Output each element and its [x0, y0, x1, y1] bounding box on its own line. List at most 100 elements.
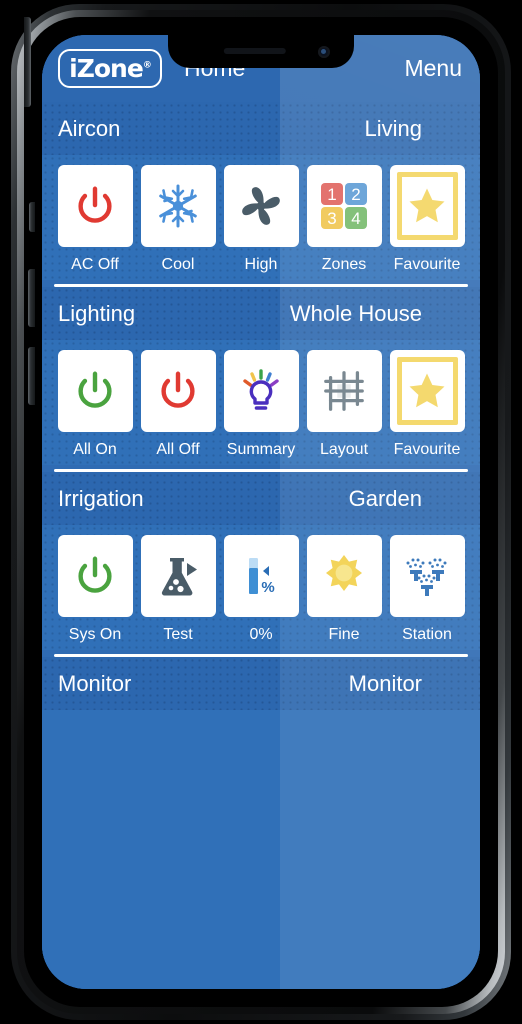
menu-button[interactable]: Menu	[404, 55, 462, 82]
phone-device-frame: iZone® Home Menu Aircon Living AC Off Co…	[11, 4, 511, 1020]
tile-fan-speed[interactable]: High	[222, 165, 300, 274]
tile-row-irrigation: Sys On Test % 0% Fine Station	[56, 535, 466, 644]
phone-screen: iZone® Home Menu Aircon Living AC Off Co…	[42, 35, 480, 989]
section-body-lighting: All On All Off Summary Layout Favourite	[42, 340, 480, 465]
tile-icon-box	[140, 165, 216, 247]
tile-zones[interactable]: 1 2 3 4 Zones	[305, 165, 383, 274]
tile-label: Cool	[161, 256, 195, 273]
power-icon	[78, 556, 112, 593]
lightbulb-icon	[243, 369, 279, 410]
tile-label: Station	[402, 626, 452, 643]
tile-row-aircon: AC Off Cool High 1 2 3 4 Zones Favourite	[56, 165, 466, 274]
volume-down-button[interactable]	[28, 347, 35, 405]
power-icon	[78, 186, 112, 223]
tile-icon-box	[223, 350, 299, 432]
power-icon	[161, 371, 195, 408]
phone-frame-inner: iZone® Home Menu Aircon Living AC Off Co…	[24, 17, 498, 1007]
power-icon	[78, 371, 112, 408]
section-header-aircon[interactable]: Aircon Living	[42, 102, 480, 155]
tile-icon-box: %	[223, 535, 299, 617]
star-icon	[409, 188, 445, 223]
sun-icon	[326, 555, 362, 591]
tile-icon-box	[140, 350, 216, 432]
front-camera-icon	[318, 46, 330, 58]
screenshot-root: iZone® Home Menu Aircon Living AC Off Co…	[0, 0, 522, 1024]
tile-cool[interactable]: Cool	[139, 165, 217, 274]
izone-app: iZone® Home Menu Aircon Living AC Off Co…	[42, 35, 480, 989]
star-icon	[409, 373, 445, 408]
section-lighting: Lighting Whole House All On All Off Summ…	[42, 287, 480, 472]
sprinkler-icon	[406, 558, 447, 596]
section-monitor: Monitor Monitor	[42, 657, 480, 989]
silent-switch-button[interactable]	[29, 202, 35, 232]
tile-label: Summary	[226, 441, 296, 458]
tile-icon-box	[389, 535, 465, 617]
tile-summary[interactable]: Summary	[222, 350, 300, 459]
grid-icon	[324, 371, 364, 411]
favourite-frame	[396, 357, 458, 425]
tile-icon-box	[57, 535, 133, 617]
tile-favourite-lighting[interactable]: Favourite	[388, 350, 466, 459]
section-aircon: Aircon Living AC Off Cool High 1 2 3 4 Z…	[42, 102, 480, 287]
tile-layout[interactable]: Layout	[305, 350, 383, 459]
phone-notch	[168, 35, 354, 68]
tile-icon-box	[223, 165, 299, 247]
power-button[interactable]	[24, 17, 31, 107]
tile-icon-box	[306, 350, 382, 432]
section-body-irrigation: Sys On Test % 0% Fine Station	[42, 525, 480, 650]
registered-mark-icon: ®	[142, 60, 152, 71]
tile-row-lighting: All On All Off Summary Layout Favourite	[56, 350, 466, 459]
tile-icon-box	[140, 535, 216, 617]
izone-logo-text: iZone®	[69, 54, 152, 83]
tile-ac-off[interactable]: AC Off	[56, 165, 134, 274]
tile-percent[interactable]: % 0%	[222, 535, 300, 644]
section-title: Aircon	[58, 115, 121, 141]
section-title: Monitor	[58, 670, 132, 696]
section-location: Whole House	[289, 300, 422, 326]
section-body-aircon: AC Off Cool High 1 2 3 4 Zones Favourite	[42, 155, 480, 280]
section-location: Living	[364, 115, 422, 141]
tile-sys-on[interactable]: Sys On	[56, 535, 134, 644]
svg-text:4: 4	[351, 209, 360, 228]
phone-frame-midband: iZone® Home Menu Aircon Living AC Off Co…	[17, 10, 505, 1014]
section-location: Garden	[348, 485, 422, 511]
section-location: Monitor	[348, 670, 422, 696]
fan-icon	[242, 187, 280, 225]
tile-all-off[interactable]: All Off	[139, 350, 217, 459]
section-header-irrigation[interactable]: Irrigation Garden	[42, 472, 480, 525]
tile-label: AC Off	[71, 256, 119, 273]
section-body-monitor	[42, 710, 480, 989]
tile-label: All On	[73, 441, 117, 458]
tile-favourite-aircon[interactable]: Favourite	[388, 165, 466, 274]
tile-icon-box	[389, 350, 465, 432]
section-header-monitor[interactable]: Monitor Monitor	[42, 657, 480, 710]
svg-text:%: %	[261, 579, 274, 596]
tile-label: High	[244, 256, 278, 273]
tile-icon-box	[57, 165, 133, 247]
snowflake-icon	[159, 184, 197, 228]
svg-text:1: 1	[327, 185, 336, 204]
tile-label: 0%	[249, 626, 273, 643]
tile-icon-box: 1 2 3 4	[306, 165, 382, 247]
tile-label: Fine	[328, 626, 360, 643]
tile-station[interactable]: Station	[388, 535, 466, 644]
tile-test[interactable]: Test	[139, 535, 217, 644]
favourite-frame	[396, 172, 458, 240]
section-title: Irrigation	[58, 485, 144, 511]
section-title: Lighting	[58, 300, 136, 326]
tile-label: Zones	[321, 256, 367, 273]
tile-label: Favourite	[393, 441, 461, 458]
tile-label: Layout	[319, 441, 369, 458]
svg-text:3: 3	[327, 209, 336, 228]
flask-icon	[161, 558, 197, 596]
tile-fine[interactable]: Fine	[305, 535, 383, 644]
volume-up-button[interactable]	[28, 269, 35, 327]
izone-logo: iZone®	[58, 49, 162, 88]
section-header-lighting[interactable]: Lighting Whole House	[42, 287, 480, 340]
tile-label: Favourite	[393, 256, 461, 273]
tile-label: Test	[163, 626, 193, 643]
tile-all-on[interactable]: All On	[56, 350, 134, 459]
gauge-icon: %	[249, 558, 275, 596]
tile-label: All Off	[156, 441, 200, 458]
tile-label: Sys On	[68, 626, 122, 643]
